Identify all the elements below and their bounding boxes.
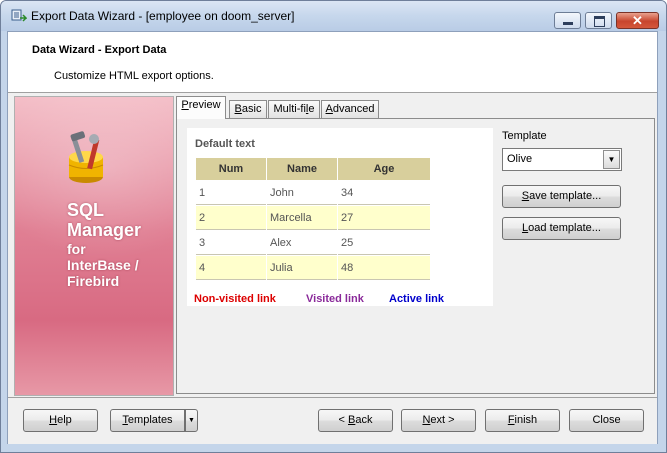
visited-link-sample: Visited link (306, 293, 364, 305)
close-label: Close (592, 414, 621, 426)
column-header-num: Num (196, 158, 266, 180)
cell-age: 48 (338, 256, 430, 280)
table-row: 4 Julia 48 (196, 256, 430, 280)
back-button[interactable]: < Back (318, 409, 393, 432)
page-subtitle: Customize HTML export options. (54, 70, 214, 82)
active-link-sample: Active link (389, 293, 445, 305)
templates-button[interactable]: Templates (110, 409, 185, 432)
next-label: ext > (430, 414, 455, 426)
help-button[interactable]: Help (23, 409, 98, 432)
column-header-name: Name (267, 158, 337, 180)
cell-num: 4 (196, 256, 266, 280)
brand-sql: SQL (67, 200, 105, 220)
templates-menu-button[interactable]: ▼ (185, 409, 198, 432)
tab-preview[interactable]: Preview (176, 96, 226, 119)
templates-label: emplates (127, 414, 173, 426)
preview-table: Num Name Age 1 John 34 2 Marcella 27 3 A… (195, 157, 431, 281)
tab-preview-accel: P (181, 99, 189, 111)
export-wizard-icon (11, 9, 27, 22)
save-template-accel: S (521, 190, 530, 202)
tab-basic-label: asic (241, 103, 262, 115)
next-button[interactable]: Next > (401, 409, 476, 432)
finish-accel: F (507, 414, 515, 426)
database-tools-icon (68, 131, 104, 183)
tab-advanced[interactable]: Advanced (321, 100, 379, 118)
template-select[interactable]: Olive ▼ (502, 148, 622, 171)
brand-interbase: InterBase / (67, 257, 139, 273)
table-row: 2 Marcella 27 (196, 206, 430, 230)
page-title: Data Wizard - Export Data (32, 44, 167, 56)
tab-advanced-accel: A (325, 103, 333, 115)
load-template-button[interactable]: Load template... (502, 217, 621, 240)
maximize-button[interactable] (585, 12, 612, 29)
non-visited-link-sample: Non-visited link (194, 293, 276, 305)
cell-name: John (267, 181, 337, 205)
export-wizard-window: Export Data Wizard - [employee on doom_s… (0, 0, 667, 453)
load-template-label: oad template... (528, 222, 601, 234)
help-label: elp (57, 414, 72, 426)
tab-basic-accel: B (234, 103, 242, 115)
cell-age: 27 (338, 206, 430, 230)
tab-multi-file[interactable]: Multi-file (268, 100, 320, 118)
close-window-button[interactable]: ✕ (616, 12, 659, 29)
cell-age: 34 (338, 181, 430, 205)
maximize-icon (594, 16, 605, 27)
cell-name: Marcella (267, 206, 337, 230)
template-selected-value: Olive (507, 153, 533, 165)
close-button[interactable]: Close (569, 409, 644, 432)
cell-name: Alex (267, 231, 337, 255)
template-label: Template (502, 130, 547, 142)
window-title: Export Data Wizard - [employee on doom_s… (31, 9, 295, 23)
tab-preview-label: review (188, 99, 221, 111)
tab-multi-file-label: e (308, 103, 315, 115)
chevron-down-icon: ▼ (188, 417, 195, 424)
html-preview: Default text Num Name Age 1 John 34 2 Ma (187, 128, 493, 306)
title-bar[interactable]: Export Data Wizard - [employee on doom_s… (1, 1, 666, 31)
column-header-age: Age (338, 158, 430, 180)
save-template-button[interactable]: Save template... (502, 185, 621, 208)
tab-basic[interactable]: Basic (229, 100, 267, 118)
wizard-footer: Help Templates ▼ < Back Next > Finish Cl… (8, 397, 657, 444)
link-samples: Non-visited link Visited link Active lin… (194, 293, 444, 305)
save-template-label: ave template... (529, 190, 602, 202)
cell-name: Julia (267, 256, 337, 280)
product-brand: SQL Manager for InterBase / Firebird (67, 200, 141, 289)
cell-num: 2 (196, 206, 266, 230)
brand-manager: Manager (67, 220, 142, 240)
help-accel: H (49, 414, 58, 426)
default-text-sample: Default text (195, 138, 255, 150)
preview-tab-panel: Default text Num Name Age 1 John 34 2 Ma (176, 118, 655, 394)
close-icon: ✕ (632, 13, 643, 28)
tab-advanced-label: dvanced (332, 103, 375, 115)
cell-num: 1 (196, 181, 266, 205)
brand-firebird: Firebird (67, 273, 120, 289)
tab-multi-file-label-pre: Multi-fi (273, 103, 306, 115)
cell-num: 3 (196, 231, 266, 255)
finish-label: inish (514, 414, 538, 426)
cell-age: 25 (338, 231, 430, 255)
back-prefix: < (338, 414, 348, 426)
finish-button[interactable]: Finish (485, 409, 560, 432)
back-label: ack (355, 414, 373, 426)
brand-for: for (67, 241, 86, 257)
wizard-header: Data Wizard - Export Data Customize HTML… (8, 32, 657, 93)
preview-table-header: Num Name Age (196, 158, 430, 180)
product-sidebar: SQL Manager for InterBase / Firebird (14, 96, 174, 396)
wizard-content: Data Wizard - Export Data Customize HTML… (7, 31, 658, 444)
minimize-icon (563, 22, 573, 25)
dropdown-arrow-icon[interactable]: ▼ (603, 150, 620, 169)
table-row: 3 Alex 25 (196, 231, 430, 255)
table-row: 1 John 34 (196, 181, 430, 205)
minimize-button[interactable] (554, 12, 581, 29)
